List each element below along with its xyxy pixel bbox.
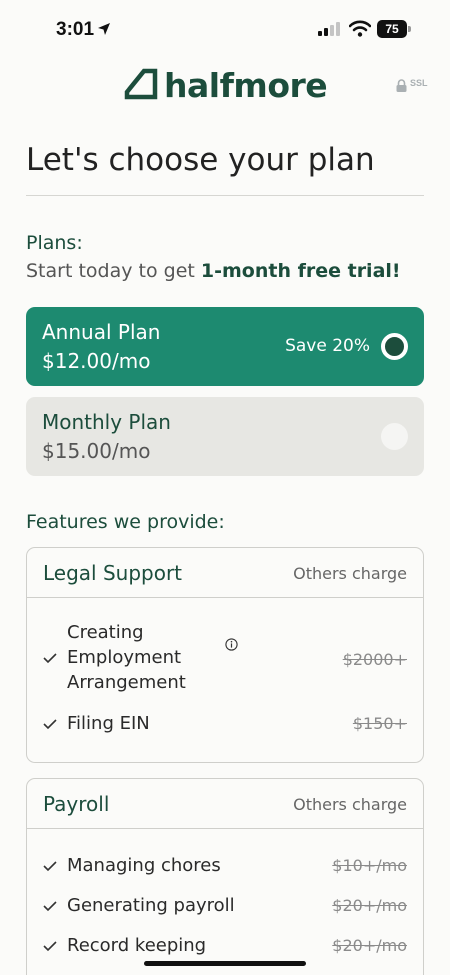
feature-label: Filing EIN [67, 711, 150, 736]
feature-label-line: Employment [67, 647, 182, 668]
feature-label: Generating payroll [67, 893, 235, 918]
info-icon[interactable] [225, 638, 238, 651]
feature-label: Managing chores [67, 853, 221, 878]
free-trial-highlight: 1-month free trial! [200, 260, 401, 282]
feature-label-line: Creating [67, 622, 144, 643]
plan-option-annual[interactable]: Annual Plan $12.00/mo Save 20% [26, 307, 424, 386]
lock-icon [396, 79, 407, 92]
battery-level: 75 [377, 20, 407, 38]
plan-savings-badge: Save 20% [285, 336, 370, 356]
page-title: Let's choose your plan [26, 142, 375, 178]
plans-label: Plans: [26, 232, 83, 254]
plan-name: Annual Plan [42, 320, 161, 344]
plans-subtitle-text: Start today to get [26, 260, 201, 282]
radio-unselected-icon[interactable] [381, 423, 408, 450]
feature-item: Record keeping $20+/mo [27, 932, 423, 962]
features-label: Features we provide: [26, 511, 225, 533]
battery-icon: 75 [377, 20, 411, 38]
check-icon [43, 941, 57, 952]
others-charge-label: Others charge [293, 564, 407, 583]
feature-label: Record keeping [67, 933, 206, 958]
competitor-price: $20+/mo [332, 896, 407, 915]
home-indicator[interactable] [144, 961, 306, 966]
feature-group-title: Payroll [43, 792, 110, 816]
plan-price: $12.00/mo [42, 349, 151, 373]
feature-group-header: Payroll Others charge [27, 779, 423, 829]
feature-item: Generating payroll $20+/mo [27, 892, 423, 922]
competitor-price: $10+/mo [332, 856, 407, 875]
plans-subtitle: Start today to get 1-month free trial! [26, 260, 401, 282]
title-divider [26, 195, 424, 196]
feature-label-line: Arrangement [67, 672, 186, 693]
plan-name: Monthly Plan [42, 410, 171, 434]
status-time: 3:01 [56, 19, 95, 40]
feature-label-line: Record keeping [67, 935, 207, 956]
brand-name: halfmore [164, 66, 328, 105]
signal-icon [318, 22, 340, 36]
competitor-price: $20+/mo [332, 936, 407, 955]
status-bar: 3:01 75 [0, 0, 450, 60]
location-arrow-icon [98, 23, 110, 35]
feature-group-header: Legal Support Others charge [27, 548, 423, 598]
others-charge-label: Others charge [293, 795, 407, 814]
feature-label-line: Managing chores [67, 855, 221, 876]
wifi-icon [349, 20, 371, 37]
check-icon [43, 861, 57, 872]
radio-selected-icon[interactable] [381, 333, 408, 360]
feature-group-title: Legal Support [43, 561, 183, 585]
feature-item: Filing EIN $150+ [27, 710, 423, 740]
feature-label-line: Filing EIN [67, 713, 150, 734]
feature-item: Creating Employment Arrangement $2000+ [27, 618, 423, 698]
competitor-price: $2000+ [342, 650, 407, 669]
feature-item: Managing chores $10+/mo [27, 852, 423, 882]
ssl-label: SSL [410, 78, 428, 88]
feature-group-payroll: Payroll Others charge Managing chores $1… [26, 778, 424, 975]
feature-label: Creating Employment Arrangement [67, 620, 186, 695]
competitor-price: $150+ [352, 714, 407, 733]
check-icon [43, 719, 57, 730]
check-icon [43, 653, 57, 664]
feature-group-legal-support: Legal Support Others charge Creating Emp… [26, 547, 424, 763]
ssl-badge: SSL [396, 78, 432, 94]
check-icon [43, 901, 57, 912]
brand-logo-icon [124, 68, 158, 100]
plan-price: $15.00/mo [42, 439, 151, 463]
feature-label-line: Generating payroll [67, 895, 235, 916]
plan-option-monthly[interactable]: Monthly Plan $15.00/mo [26, 397, 424, 476]
